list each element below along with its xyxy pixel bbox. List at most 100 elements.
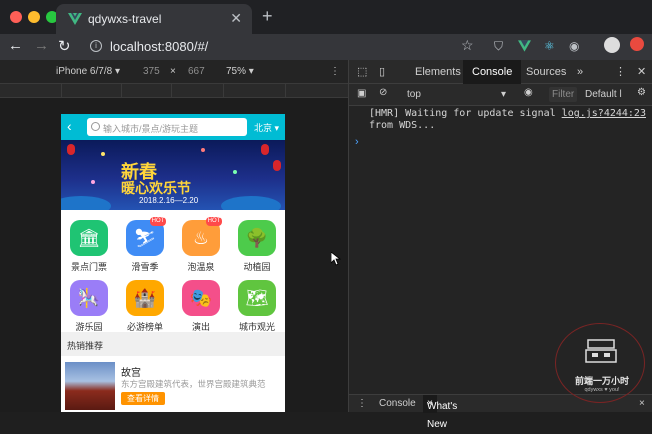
search-icon: [91, 122, 100, 131]
category-item[interactable]: 🎠 游乐园: [61, 272, 117, 332]
category-glyph-icon: 🎭: [189, 288, 213, 308]
update-icon[interactable]: [630, 37, 644, 51]
levels-select[interactable]: Default l: [585, 89, 622, 100]
category-item[interactable]: 🏛 景点门票: [61, 212, 117, 272]
width-input[interactable]: 375: [143, 66, 160, 77]
hot-badge: HOT: [206, 217, 222, 226]
minimize-window-button[interactable]: [28, 11, 40, 23]
lantern-icon: [67, 144, 75, 155]
zoom-select[interactable]: 75% ▾: [226, 66, 254, 77]
banner-subheadline: 暖心欢乐节: [121, 181, 191, 197]
item-name: 故宫: [121, 368, 141, 379]
back-icon[interactable]: ←: [8, 37, 23, 54]
clear-console-icon[interactable]: ⊘: [379, 87, 387, 98]
avatar[interactable]: [604, 37, 620, 53]
drawer-tab-whats-new[interactable]: What's New ×: [423, 395, 457, 430]
close-window-button[interactable]: [10, 11, 22, 23]
new-tab-button[interactable]: +: [262, 6, 273, 27]
category-glyph-icon: 🎠: [77, 288, 101, 308]
robot-face-icon: [585, 339, 617, 363]
context-dropdown-icon[interactable]: ▾: [501, 89, 506, 100]
console-toolbar: ▣ ⊘ top ▾ ◉ Filter Default l ⚙: [349, 84, 652, 106]
tab-sources[interactable]: Sources: [519, 60, 573, 84]
drawer-tab-console[interactable]: Console: [379, 398, 416, 409]
tab-console[interactable]: Console: [463, 60, 522, 84]
console-settings-icon[interactable]: ⚙: [637, 87, 646, 98]
app-header: ‹ 输入城市/景点/游玩主题 北京 ▾: [61, 114, 285, 140]
search-placeholder: 输入城市/景点/游玩主题: [103, 124, 199, 134]
message-source-link[interactable]: log.js?4244:23: [562, 108, 646, 119]
category-glyph-icon: 🏰: [133, 288, 157, 308]
device-toolbar: iPhone 6/7/8 ▾ 375 × 667 75% ▾ ⋮: [0, 60, 348, 84]
device-label: iPhone 6/7/8: [56, 66, 113, 77]
category-item[interactable]: 🏰 必游榜单: [117, 272, 173, 332]
sidebar-toggle-icon[interactable]: ▣: [357, 88, 366, 99]
back-arrow-icon[interactable]: ‹: [67, 118, 72, 134]
more-tabs-icon[interactable]: »: [577, 60, 583, 84]
category-item[interactable]: 🗺 城市观光: [229, 272, 285, 332]
browser-window: qdywxs-travel ✕ + ← → ↻ i localhost:8080…: [0, 0, 652, 430]
console-message: [HMR] Waiting for update signal log.js?4…: [369, 108, 649, 132]
city-selector[interactable]: 北京 ▾: [254, 121, 279, 134]
city-label: 北京: [253, 123, 272, 133]
device-select[interactable]: iPhone 6/7/8 ▾: [56, 66, 120, 77]
device-viewport: ‹ 输入城市/景点/游玩主题 北京 ▾ 新春 暖心欢乐节 2018.2.16—2…: [0, 98, 348, 412]
console-prompt[interactable]: ›: [355, 136, 359, 148]
browser-tab[interactable]: qdywxs-travel ✕: [56, 4, 252, 34]
item-thumbnail: [65, 362, 115, 410]
close-tab-icon[interactable]: ✕: [230, 10, 242, 27]
mouse-cursor-icon: [331, 252, 341, 266]
vue-devtools-icon[interactable]: [518, 40, 531, 52]
view-details-button[interactable]: 查看详情: [121, 392, 165, 405]
category-item[interactable]: ♨ HOT 泡温泉: [173, 212, 229, 272]
context-select[interactable]: top: [407, 89, 421, 100]
title-bar: qdywxs-travel ✕ +: [0, 0, 652, 34]
promo-banner[interactable]: 新春 暖心欢乐节 2018.2.16—2.20: [61, 140, 285, 210]
category-grid: 🏛 景点门票 ⛷ HOT 滑雪季 ♨ HOT 泡温泉 🌳 动植园 🎠 游乐园 🏰 必游榜单 🎭 演出 🗺 城市观光: [61, 210, 285, 332]
close-drawer-icon[interactable]: ×: [639, 398, 645, 409]
reload-icon[interactable]: ↻: [58, 37, 71, 55]
times-label: ×: [170, 66, 176, 77]
item-description: 东方宫殿建筑代表，世界宫殿建筑典范: [121, 379, 266, 389]
message-text: [HMR] Waiting for update signal: [369, 108, 556, 119]
category-glyph-icon: 🌳: [245, 228, 269, 248]
media-query-ruler: [0, 84, 348, 98]
category-item[interactable]: 🎭 演出: [173, 272, 229, 332]
filter-input[interactable]: Filter: [549, 87, 577, 102]
watermark-logo: 前端一万小时 qdywxs ♥ you!: [555, 323, 645, 403]
devtools-tabbar: ⬚ ▯ Elements Console Sources » ⋮ ✕: [349, 60, 652, 84]
eye-icon[interactable]: ◉: [524, 87, 533, 98]
address-bar[interactable]: i localhost:8080/#/: [84, 36, 484, 58]
drawer-menu-icon[interactable]: ⋮: [357, 398, 367, 409]
context-label: top: [407, 89, 421, 100]
shield-extension-icon[interactable]: ⛉: [494, 39, 503, 54]
category-glyph-icon: 🏛: [77, 228, 101, 248]
react-devtools-icon[interactable]: ⚛: [544, 39, 555, 53]
forward-icon[interactable]: →: [34, 37, 49, 54]
watermark-title: 前端一万小时: [574, 376, 629, 386]
inspect-element-icon[interactable]: ⬚: [357, 60, 367, 84]
section-header: 热销推荐: [61, 332, 285, 356]
category-glyph-icon: ♨: [192, 228, 210, 248]
category-item[interactable]: ⛷ HOT 滑雪季: [117, 212, 173, 272]
info-icon[interactable]: i: [90, 40, 102, 52]
close-devtools-icon[interactable]: ✕: [637, 60, 646, 84]
lantern-icon: [261, 144, 269, 155]
section-title: 热销推荐: [67, 341, 104, 351]
tab-elements[interactable]: Elements: [407, 60, 469, 84]
mobile-page: ‹ 输入城市/景点/游玩主题 北京 ▾ 新春 暖心欢乐节 2018.2.16—2…: [61, 114, 285, 412]
watermark-subtitle: qdywxs ♥ you!: [584, 387, 620, 393]
search-input[interactable]: 输入城市/景点/游玩主题: [87, 118, 247, 136]
category-item[interactable]: 🌳 动植园: [229, 212, 285, 272]
list-item[interactable]: 故宫 东方宫殿建筑代表，世界宫殿建筑典范 查看详情: [61, 358, 285, 412]
devtools-menu-icon[interactable]: ⋮: [615, 60, 626, 84]
device-menu-icon[interactable]: ⋮: [330, 66, 340, 77]
category-glyph-icon: ⛷: [133, 228, 157, 248]
record-extension-icon[interactable]: ◉: [569, 39, 579, 53]
device-toggle-icon[interactable]: ▯: [379, 60, 385, 84]
vue-logo-icon: [68, 13, 82, 25]
bookmark-star-icon[interactable]: ☆: [461, 37, 474, 54]
whats-new-label: What's New: [427, 401, 458, 430]
height-input[interactable]: 667: [188, 66, 205, 77]
zoom-label: 75%: [226, 66, 247, 77]
